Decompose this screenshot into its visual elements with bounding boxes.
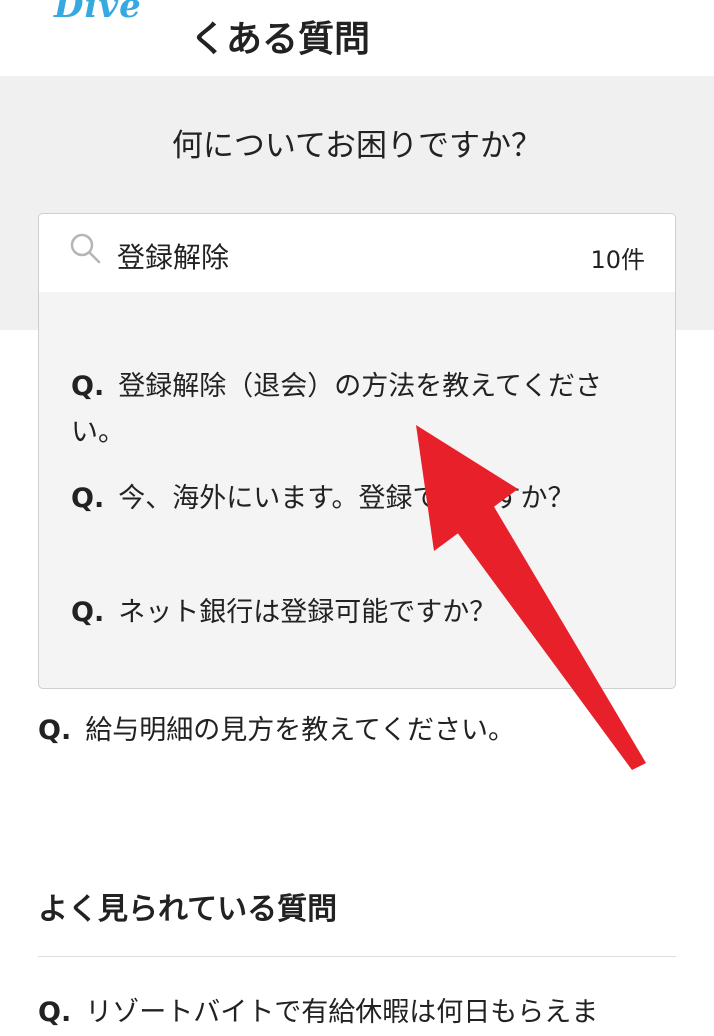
q-mark: Q.: [38, 715, 72, 746]
q-mark: Q.: [38, 997, 72, 1028]
faq-item[interactable]: Q. 給与明細の見方を教えてください。: [38, 708, 678, 754]
search-icon: [70, 233, 101, 264]
popular-questions-heading: よく見られている質問: [38, 892, 338, 927]
search-query-text[interactable]: 登録解除: [117, 236, 229, 276]
logo[interactable]: Dive: [54, 0, 142, 26]
q-mark: Q.: [71, 597, 105, 628]
faq-text: 給与明細の見方を教えてください。: [85, 715, 516, 746]
suggestion-text: 今、海外にいます。登録できますか？: [118, 483, 575, 514]
popular-question-text: リゾートバイトで有給休暇は何日もらえま: [85, 997, 599, 1028]
search-heading: 何についてお困りですか？: [171, 128, 543, 164]
suggestion-item[interactable]: Q. ネット銀行は登録可能ですか？: [71, 590, 651, 636]
q-mark: Q.: [71, 371, 105, 402]
divider: [38, 956, 676, 957]
q-mark: Q.: [71, 483, 105, 514]
suggestion-text: 登録解除（退会）の方法を教えてください。: [71, 371, 603, 448]
search-input[interactable]: 登録解除 10件: [39, 214, 675, 292]
search-dropdown: 登録解除 10件 Q. 登録解除（退会）の方法を教えてください。 Q. 今、海外にい…: [38, 213, 676, 689]
suggestion-text: ネット銀行は登録可能ですか？: [118, 597, 497, 628]
header: Dive くある質問: [0, 0, 714, 76]
popular-question-item[interactable]: Q. リゾートバイトで有給休暇は何日もらえま: [38, 990, 698, 1036]
suggestion-item[interactable]: Q. 登録解除（退会）の方法を教えてください。: [71, 364, 651, 456]
result-count: 10件: [590, 246, 645, 274]
suggestion-item[interactable]: Q. 今、海外にいます。登録できますか？: [71, 476, 651, 522]
page-title: くある質問: [190, 19, 371, 60]
